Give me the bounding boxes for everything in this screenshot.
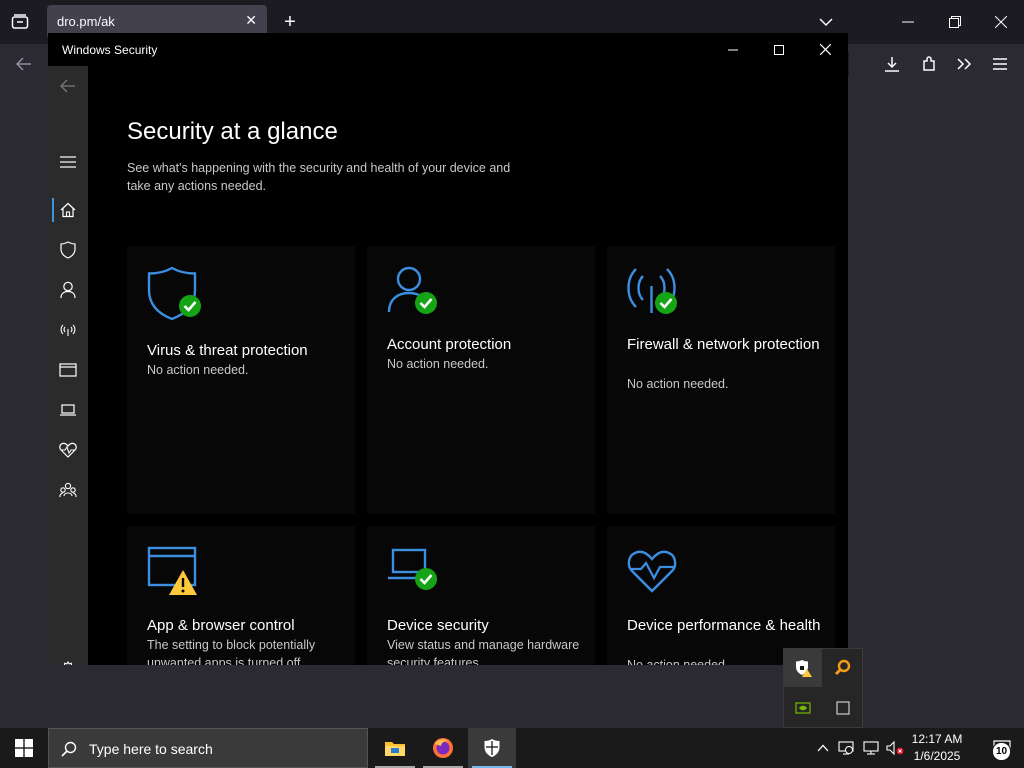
- window-minimize-button[interactable]: [710, 33, 756, 66]
- tab-overview-icon[interactable]: [8, 10, 32, 34]
- clock-date: 1/6/2025: [913, 749, 961, 763]
- tray-nvidia-icon[interactable]: [784, 689, 822, 727]
- card-firewall-network-protection[interactable]: Firewall & network protection No action …: [607, 246, 835, 514]
- new-tab-icon[interactable]: +: [278, 10, 302, 34]
- notification-count: 10: [992, 742, 1011, 761]
- taskbar-search-box[interactable]: Type here to search: [48, 728, 368, 768]
- card-status: No action needed.: [627, 377, 729, 391]
- tab-close-icon[interactable]: ✕: [245, 12, 257, 29]
- card-title: App & browser control: [147, 617, 295, 634]
- notification-count-badge: 10: [992, 740, 1011, 761]
- menu-hamburger-icon[interactable]: [988, 52, 1012, 76]
- taskbar-file-explorer[interactable]: [371, 728, 419, 768]
- taskbar-firefox[interactable]: [419, 728, 467, 768]
- nav-home-icon[interactable]: [48, 190, 88, 230]
- laptop-check-icon: [387, 546, 447, 606]
- card-device-security[interactable]: Device security View status and manage h…: [367, 526, 595, 665]
- page-title: Security at a glance: [127, 118, 338, 145]
- card-title: Device performance & health: [627, 617, 821, 634]
- browser-restore-icon[interactable]: [943, 10, 967, 34]
- nav-menu-hamburger-icon[interactable]: [48, 142, 88, 182]
- nav-back-button[interactable]: [48, 66, 88, 106]
- back-arrow-icon[interactable]: [12, 52, 36, 76]
- shield-check-icon: [147, 266, 207, 326]
- window-maximize-button[interactable]: [756, 33, 802, 66]
- volume-muted-icon[interactable]: [884, 738, 906, 758]
- download-icon[interactable]: [880, 52, 904, 76]
- clock-time: 12:17 AM: [911, 732, 963, 746]
- window-close-button[interactable]: [802, 33, 848, 66]
- taskbar-windows-security[interactable]: [468, 728, 516, 768]
- nav-firewall-icon[interactable]: [48, 310, 88, 350]
- show-hidden-icons-chevron-icon[interactable]: [814, 738, 832, 758]
- card-status: No action needed.: [147, 363, 249, 377]
- tray-window-icon[interactable]: [824, 689, 862, 727]
- browser-minimize-icon[interactable]: [896, 10, 920, 34]
- browser-tab-title: dro.pm/ak: [57, 14, 115, 29]
- card-title: Account protection: [387, 336, 512, 353]
- search-placeholder: Type here to search: [89, 741, 213, 757]
- start-button[interactable]: [0, 728, 48, 768]
- tray-overflow-popup: [783, 648, 863, 728]
- person-check-icon: [387, 266, 447, 326]
- nav-shield-icon[interactable]: [48, 230, 88, 270]
- nav-device-health-icon[interactable]: [48, 430, 88, 470]
- card-title: Device security: [387, 617, 489, 634]
- card-virus-threat-protection[interactable]: Virus & threat protection No action need…: [127, 246, 355, 514]
- nav-device-security-icon[interactable]: [48, 390, 88, 430]
- extensions-icon[interactable]: [917, 52, 941, 76]
- card-title: Virus & threat protection: [147, 342, 308, 359]
- main-content: Security at a glance See what's happenin…: [88, 66, 848, 665]
- windows-security-window: Windows Security Security at a glance Se…: [48, 33, 848, 665]
- nav-sidebar: [48, 66, 88, 665]
- page-description: See what's happening with the security a…: [127, 161, 511, 193]
- nav-family-options-icon[interactable]: [48, 470, 88, 510]
- heart-pulse-icon: [627, 546, 687, 606]
- nav-settings-gear-icon[interactable]: [48, 649, 88, 665]
- card-device-performance-health[interactable]: Device performance & health No action ne…: [607, 526, 835, 665]
- card-app-browser-control[interactable]: App & browser control The setting to blo…: [127, 526, 355, 665]
- nav-account-icon[interactable]: [48, 270, 88, 310]
- window-titlebar[interactable]: Windows Security: [48, 33, 848, 66]
- browser-warning-icon: [147, 546, 207, 606]
- overflow-chevrons-icon[interactable]: [952, 52, 976, 76]
- search-icon: [59, 739, 79, 759]
- tab-list-chevron-icon[interactable]: [814, 10, 838, 34]
- network-icon[interactable]: [861, 738, 881, 758]
- nav-app-browser-icon[interactable]: [48, 350, 88, 390]
- tray-security-warning-icon[interactable]: [784, 649, 822, 687]
- window-title: Windows Security: [62, 43, 158, 57]
- card-title: Firewall & network protection: [627, 336, 820, 353]
- antenna-check-icon: [627, 266, 687, 326]
- card-account-protection[interactable]: Account protection No action needed.: [367, 246, 595, 514]
- browser-close-icon[interactable]: [989, 10, 1013, 34]
- card-status: No action needed.: [387, 357, 489, 371]
- tray-search-tool-icon[interactable]: [824, 649, 862, 687]
- tray-update-icon[interactable]: [836, 738, 856, 758]
- card-status: View status and manage hardware security…: [387, 638, 580, 665]
- card-status: The setting to block potentially unwante…: [147, 638, 316, 665]
- taskbar-clock[interactable]: 12:17 AM 1/6/2025: [906, 731, 968, 765]
- taskbar: Type here to search 12:17 AM 1/6/2025: [0, 728, 1024, 768]
